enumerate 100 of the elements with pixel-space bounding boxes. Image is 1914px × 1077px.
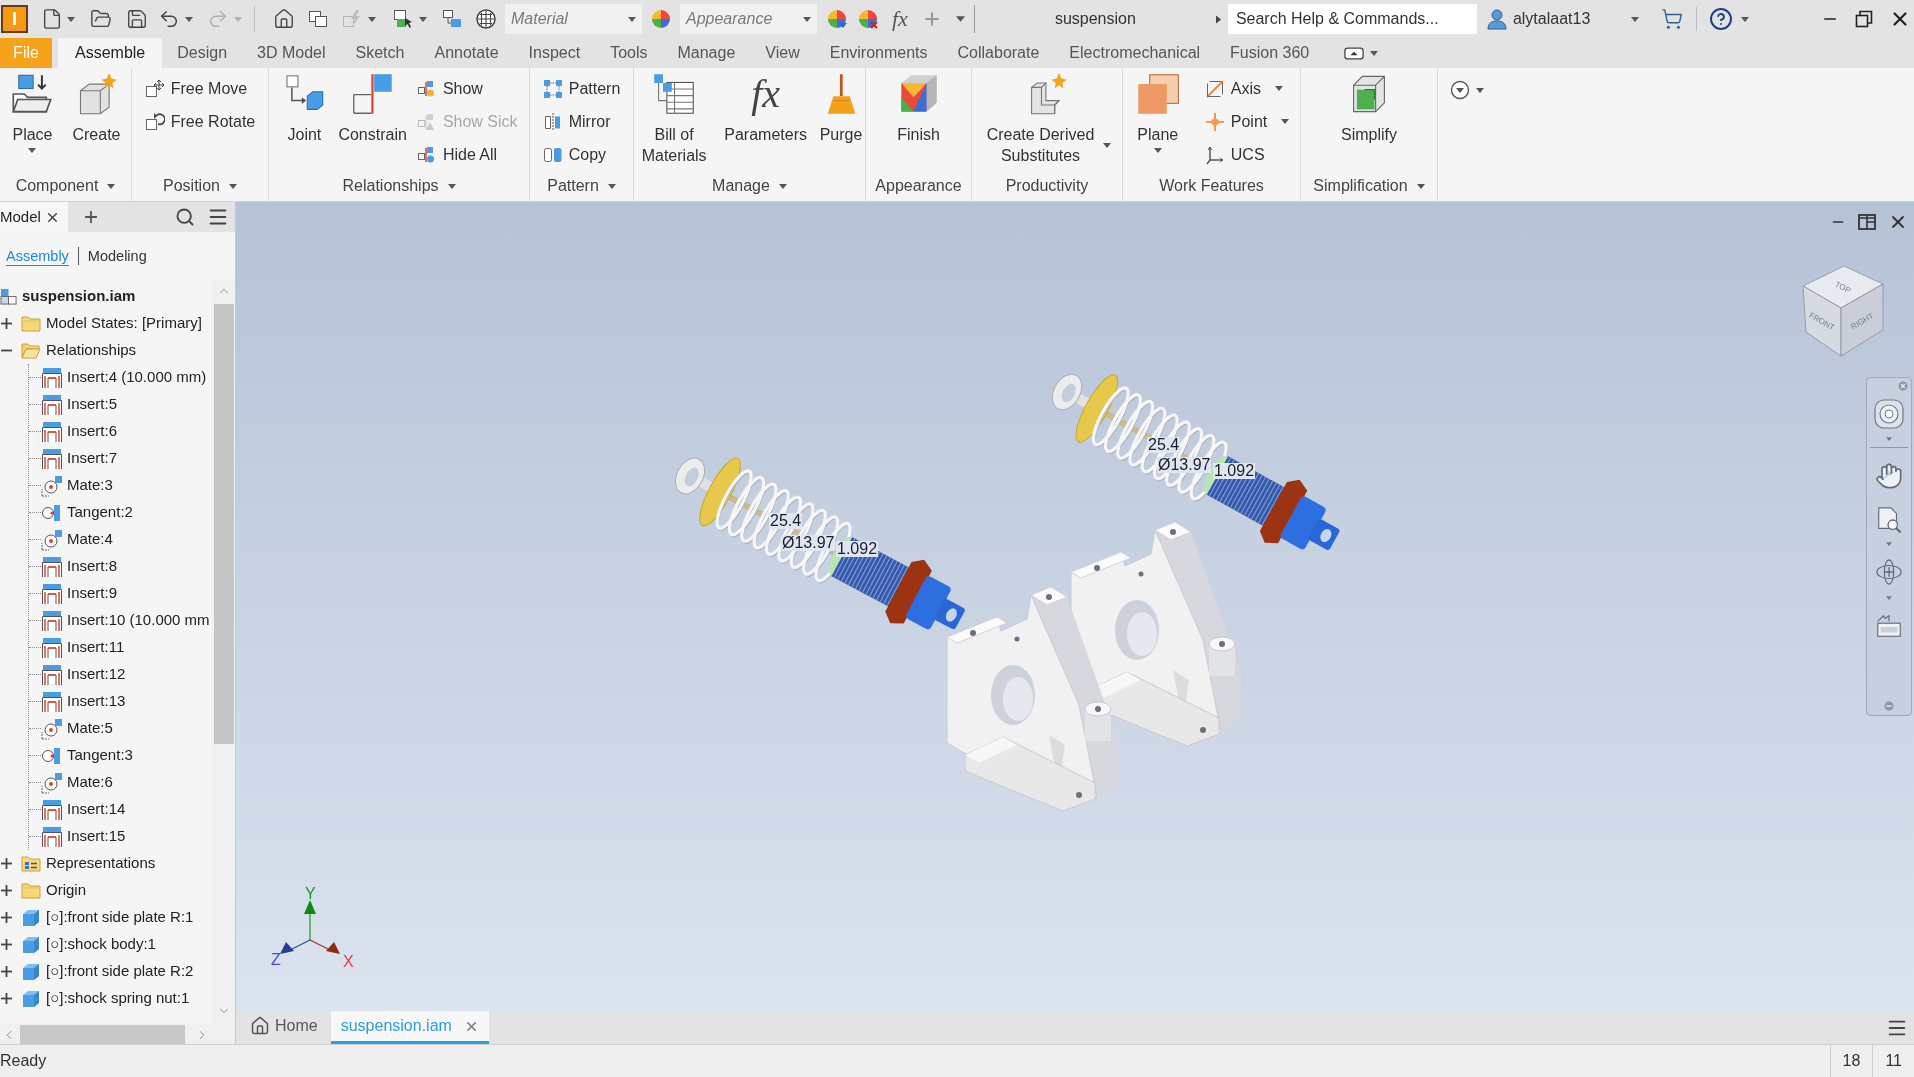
tree-item[interactable]: Model States: [Primary] <box>46 312 202 335</box>
caret-down-icon[interactable] <box>1275 86 1283 91</box>
caret-down-icon[interactable] <box>1886 437 1892 441</box>
search-icon[interactable] <box>175 207 195 227</box>
home-icon[interactable] <box>250 1016 270 1036</box>
quartered-sphere-cross-icon[interactable] <box>857 8 879 30</box>
tree-item[interactable]: Insert:9 <box>67 582 118 605</box>
mode-tab[interactable]: Assembly <box>6 246 69 266</box>
caret-down-icon[interactable] <box>1886 542 1892 546</box>
ribbon-tab[interactable]: Manage <box>662 38 751 68</box>
ribbon-tab[interactable]: Annotate <box>419 38 514 68</box>
expand-icon[interactable] <box>1 318 12 329</box>
panel-title-button[interactable]: Appearance <box>875 174 962 198</box>
linked-boxes-icon[interactable] <box>441 8 463 30</box>
expand-icon[interactable] <box>1 966 12 977</box>
ribbon-button[interactable]: Point <box>1204 105 1290 138</box>
ribbon-button[interactable]: Mirror <box>542 105 611 138</box>
tree-item[interactable]: Insert:4 (10.000 mm) <box>67 366 207 389</box>
ribbon-button[interactable]: Place <box>8 68 57 153</box>
tree-item[interactable]: Tangent:3 <box>67 744 133 767</box>
add-tab-icon[interactable] <box>82 208 100 226</box>
ribbon-button[interactable]: fx Parameters <box>722 68 809 145</box>
caret-down-icon[interactable] <box>67 16 75 22</box>
ribbon-button[interactable]: Simplify <box>1339 68 1399 145</box>
caret-down-icon[interactable] <box>778 183 787 189</box>
split-view-icon[interactable] <box>1858 214 1876 230</box>
tree-item[interactable]: Mate:3 <box>67 474 113 497</box>
caret-down-icon[interactable] <box>1630 16 1639 22</box>
undo-icon[interactable] <box>158 8 180 30</box>
expand-icon[interactable] <box>1 858 12 869</box>
tree-item[interactable]: Mate:6 <box>67 771 113 794</box>
tree-item[interactable]: [○]:front side plate R:2 <box>46 960 194 983</box>
tree-item[interactable]: Insert:8 <box>67 555 118 578</box>
ribbon-button[interactable]: Constrain <box>336 68 409 145</box>
fx-icon[interactable]: fx <box>892 8 908 30</box>
panel-title-button[interactable]: Position <box>163 174 237 198</box>
ribbon-button[interactable]: Bill of Materials <box>634 68 715 166</box>
quartered-sphere-arrow-icon[interactable] <box>826 8 848 30</box>
cart-icon[interactable] <box>1660 8 1683 30</box>
ribbon-button[interactable]: Joint <box>280 68 329 145</box>
tree-item[interactable]: Origin <box>46 879 86 902</box>
ribbon-button[interactable]: Purge <box>817 68 865 145</box>
ribbon-tab[interactable]: Collaborate <box>942 38 1055 68</box>
new-file-icon[interactable] <box>41 8 63 30</box>
tree-item[interactable]: Insert:5 <box>67 393 118 416</box>
panel-toggle-icon[interactable] <box>1344 46 1365 60</box>
tree-item[interactable]: Insert:11 <box>67 636 125 659</box>
view-cube-label[interactable]: TOP <box>1833 279 1853 296</box>
tree-item[interactable]: suspension.iam <box>22 285 136 308</box>
tree-item[interactable]: Tangent:2 <box>67 501 133 524</box>
caret-down-icon[interactable] <box>368 16 376 22</box>
mode-tab[interactable]: Modeling <box>87 247 147 265</box>
save-icon[interactable] <box>126 8 148 30</box>
tree-item[interactable]: [○]:shock spring nut:1 <box>46 987 190 1010</box>
panel-title-button[interactable]: Manage <box>712 174 787 198</box>
expand-icon[interactable] <box>1 993 12 1004</box>
panel-title-button[interactable]: Simplification <box>1313 174 1425 198</box>
search-field[interactable]: Search Help & Commands... <box>1227 4 1477 34</box>
zoom-icon[interactable] <box>1875 506 1903 534</box>
ribbon-button[interactable]: Copy <box>542 138 607 171</box>
ribbon-button[interactable]: Hide All <box>416 138 498 171</box>
panel-title-button[interactable]: Productivity <box>1005 174 1089 198</box>
ribbon-tab[interactable]: Design <box>162 38 243 68</box>
restore-icon[interactable] <box>1854 10 1873 28</box>
ribbon-button[interactable]: Create <box>70 68 123 145</box>
tree-item[interactable]: [○]:shock body:1 <box>46 933 156 956</box>
ribbon-tab[interactable]: Electromechanical <box>1054 38 1216 68</box>
tree-item[interactable]: Relationships <box>46 339 137 362</box>
ribbon-button[interactable]: Pattern <box>542 72 621 105</box>
tree-item[interactable]: Insert:14 <box>67 798 126 821</box>
panel-title-button[interactable]: Relationships <box>342 174 456 198</box>
caret-down-icon[interactable] <box>107 183 116 189</box>
caret-right-icon[interactable] <box>1215 14 1221 24</box>
caret-down-icon[interactable] <box>1153 148 1162 153</box>
caret-down-icon[interactable] <box>955 16 965 22</box>
tree-item[interactable]: Insert:12 <box>67 663 126 686</box>
panel-title-button[interactable]: Work Features <box>1159 174 1264 198</box>
ribbon-button[interactable]: Finish <box>894 68 943 145</box>
ribbon-tab[interactable]: 3D Model <box>242 38 341 68</box>
look-at-icon[interactable] <box>1875 612 1903 640</box>
appearance-dropdown[interactable]: Appearance <box>680 4 817 34</box>
help-icon[interactable] <box>1708 7 1733 31</box>
tree-item[interactable]: Insert:10 (10.000 mm <box>67 609 210 632</box>
ribbon-button[interactable]: Plane <box>1133 68 1182 153</box>
caret-down-icon[interactable] <box>1886 596 1892 600</box>
caret-down-icon[interactable] <box>1740 16 1749 22</box>
ribbon-button[interactable]: UCS <box>1204 138 1265 171</box>
navigation-bar[interactable] <box>1866 377 1912 716</box>
caret-down-icon[interactable] <box>185 16 193 22</box>
caret-down-icon[interactable] <box>628 16 636 22</box>
expand-icon[interactable] <box>1 939 12 950</box>
pan-hand-icon[interactable] <box>1875 462 1903 490</box>
stacked-windows-icon[interactable] <box>307 8 329 30</box>
home-icon[interactable] <box>273 8 295 30</box>
caret-down-icon[interactable] <box>1416 183 1425 189</box>
expand-icon[interactable] <box>1 885 12 896</box>
tree-item[interactable]: Insert:7 <box>67 447 118 470</box>
tree-item[interactable]: Insert:13 <box>67 690 126 713</box>
ribbon-button[interactable]: Free Move <box>144 72 248 105</box>
ribbon-tab[interactable]: Environments <box>814 38 943 68</box>
